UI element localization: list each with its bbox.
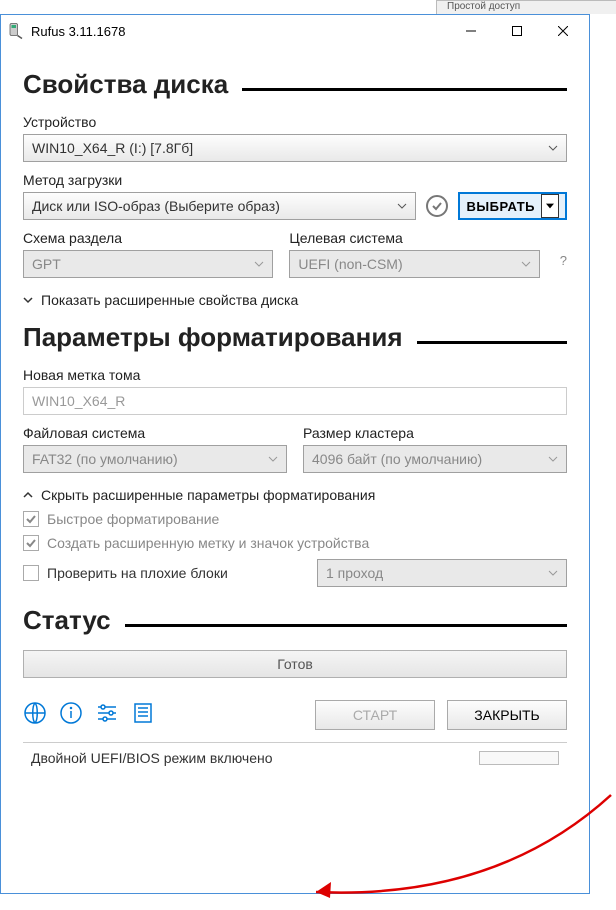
app-icon <box>7 22 25 40</box>
quick-format-checkbox[interactable]: Быстрое форматирование <box>23 511 567 527</box>
checkbox-label: Создать расширенную метку и значок устро… <box>47 535 369 551</box>
chevron-down-icon <box>548 140 558 156</box>
chevron-down-icon <box>397 198 407 214</box>
target-help-icon[interactable]: ? <box>560 253 567 268</box>
select-dropdown-icon[interactable] <box>541 194 559 218</box>
select-image-button[interactable]: ВЫБРАТЬ <box>458 192 567 220</box>
background-fragment: Простой доступ <box>436 0 616 14</box>
extended-label-checkbox[interactable]: Создать расширенную метку и значок устро… <box>23 535 567 551</box>
status-line: Двойной UEFI/BIOS режим включено <box>23 742 567 772</box>
checkbox-label: Быстрое форматирование <box>47 511 219 527</box>
select-button-label: ВЫБРАТЬ <box>466 199 535 214</box>
checkbox-label: Проверить на плохие блоки <box>47 565 228 581</box>
chevron-down-icon <box>23 292 33 308</box>
show-advanced-drive-toggle[interactable]: Показать расширенные свойства диска <box>23 292 567 308</box>
expander-label: Скрыть расширенные параметры форматирова… <box>41 487 375 503</box>
close-app-button[interactable]: ЗАКРЫТЬ <box>447 700 567 730</box>
language-button[interactable] <box>23 701 47 730</box>
chevron-down-icon <box>268 451 278 467</box>
chevron-down-icon <box>548 451 558 467</box>
device-label: Устройство <box>23 114 567 130</box>
settings-button[interactable] <box>95 701 119 730</box>
target-system-select[interactable]: UEFI (non-CSM) <box>289 250 539 278</box>
status-progress: Готов <box>23 650 567 678</box>
chevron-down-icon <box>548 565 558 581</box>
cluster-size-select[interactable]: 4096 байт (по умолчанию) <box>303 445 567 473</box>
filesystem-select[interactable]: FAT32 (по умолчанию) <box>23 445 287 473</box>
passes-value: 1 проход <box>326 565 383 581</box>
hide-advanced-format-toggle[interactable]: Скрыть расширенные параметры форматирова… <box>23 487 567 503</box>
bad-blocks-passes-select[interactable]: 1 проход <box>317 559 567 587</box>
section-status: Статус <box>23 605 567 636</box>
section-drive-properties: Свойства диска <box>23 69 567 100</box>
device-value: WIN10_X64_R (I:) [7.8Гб] <box>32 140 193 156</box>
scheme-value: GPT <box>32 256 61 272</box>
boot-selection-select[interactable]: Диск или ISO-образ (Выберите образ) <box>23 192 416 220</box>
cluster-size-label: Размер кластера <box>303 425 567 441</box>
checkbox-icon <box>23 535 39 551</box>
fs-value: FAT32 (по умолчанию) <box>32 451 178 467</box>
target-system-label: Целевая система <box>289 230 539 246</box>
boot-value: Диск или ISO-образ (Выберите образ) <box>32 198 280 214</box>
bad-blocks-checkbox[interactable]: Проверить на плохие блоки <box>23 565 228 581</box>
chevron-down-icon <box>254 256 264 272</box>
start-button[interactable]: СТАРТ <box>315 700 435 730</box>
maximize-button[interactable] <box>497 15 543 47</box>
section-format-options: Параметры форматирования <box>23 322 567 353</box>
section-title: Статус <box>23 605 111 636</box>
status-text: Двойной UEFI/BIOS режим включено <box>31 750 273 766</box>
chevron-up-icon <box>23 487 33 503</box>
expander-label: Показать расширенные свойства диска <box>41 292 298 308</box>
section-title: Свойства диска <box>23 69 228 100</box>
partition-scheme-select[interactable]: GPT <box>23 250 273 278</box>
checkbox-icon <box>23 565 39 581</box>
mini-progress <box>479 751 559 765</box>
minimize-button[interactable] <box>451 15 497 47</box>
volume-label-input[interactable] <box>23 387 567 415</box>
log-button[interactable] <box>131 701 155 730</box>
device-select[interactable]: WIN10_X64_R (I:) [7.8Гб] <box>23 134 567 162</box>
filesystem-label: Файловая система <box>23 425 287 441</box>
titlebar[interactable]: Rufus 3.11.1678 <box>1 15 589 47</box>
rufus-window: Rufus 3.11.1678 Свойства диска Устройств… <box>0 14 590 894</box>
boot-label: Метод загрузки <box>23 172 567 188</box>
section-title: Параметры форматирования <box>23 322 403 353</box>
cluster-value: 4096 байт (по умолчанию) <box>312 451 482 467</box>
window-title: Rufus 3.11.1678 <box>31 24 451 39</box>
partition-scheme-label: Схема раздела <box>23 230 273 246</box>
checkbox-icon <box>23 511 39 527</box>
chevron-down-icon <box>521 256 531 272</box>
about-button[interactable] <box>59 701 83 730</box>
verify-icon[interactable] <box>426 195 448 217</box>
target-value: UEFI (non-CSM) <box>298 256 402 272</box>
close-button[interactable] <box>543 15 589 47</box>
volume-label-label: Новая метка тома <box>23 367 567 383</box>
